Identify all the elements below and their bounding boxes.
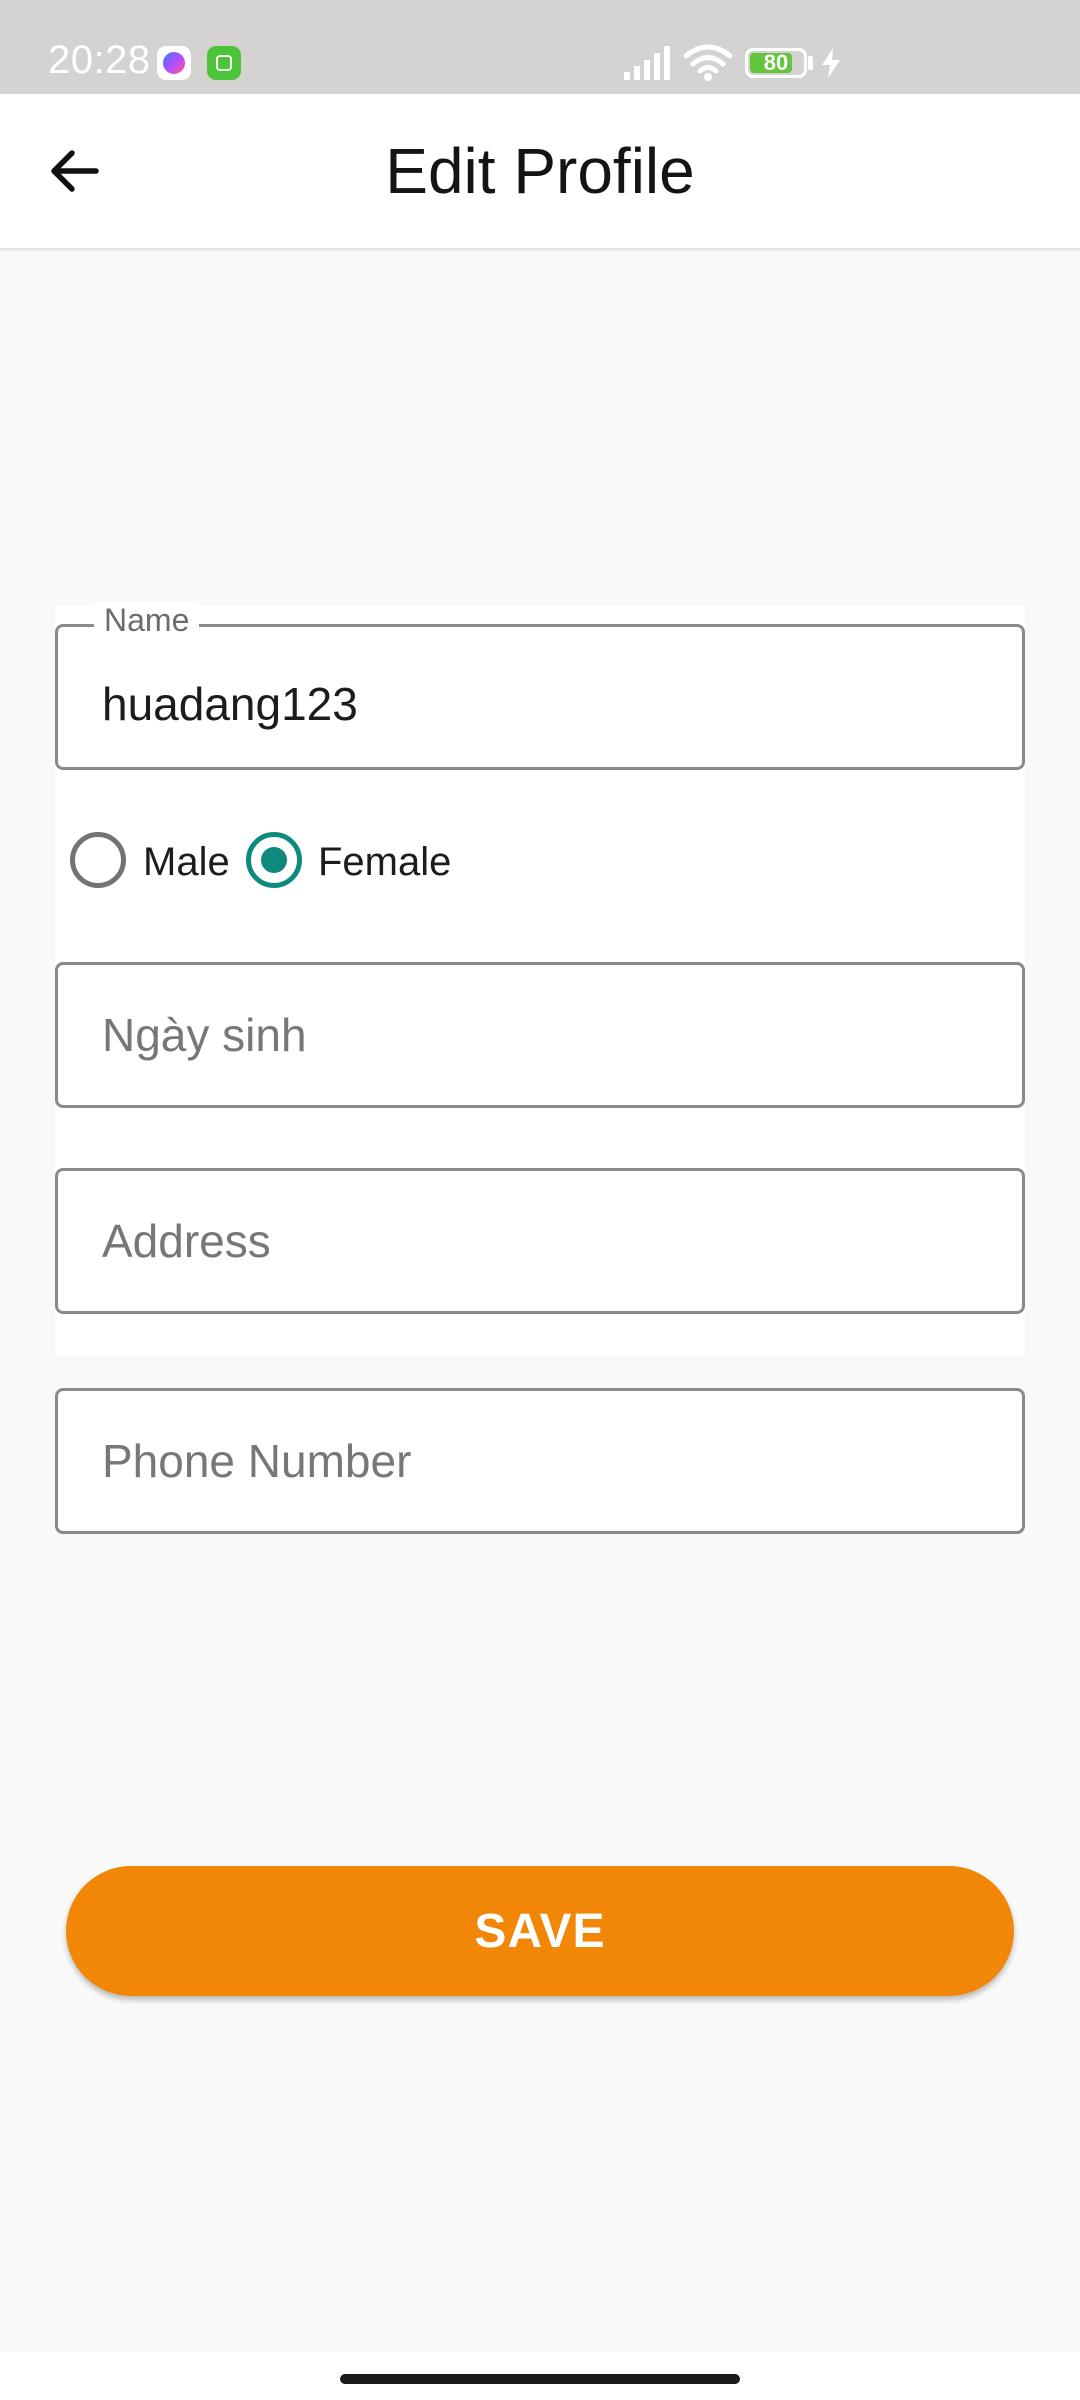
wifi-icon	[684, 44, 732, 81]
name-field-label: Name	[94, 602, 200, 639]
page-title: Edit Profile	[385, 135, 695, 207]
charging-bolt-icon	[822, 48, 840, 78]
battery-level: 80	[763, 50, 789, 75]
gender-radio-group: Male Female	[70, 832, 570, 888]
home-indicator[interactable]	[340, 2374, 740, 2384]
male-radio-label[interactable]: Male	[143, 840, 230, 885]
birthday-field[interactable]	[55, 962, 1025, 1108]
messenger-icon	[157, 46, 191, 80]
female-radio[interactable]	[246, 832, 302, 888]
address-field[interactable]	[55, 1168, 1025, 1314]
app-bar: Edit Profile	[0, 94, 1080, 248]
name-field-value: huadang123	[102, 678, 358, 730]
signal-icon	[624, 46, 670, 80]
male-radio[interactable]	[70, 832, 126, 888]
save-button[interactable]: SAVE	[66, 1866, 1014, 1996]
address-input[interactable]	[102, 1171, 992, 1311]
phone-input[interactable]	[102, 1391, 992, 1531]
battery-cap	[808, 56, 813, 70]
arrow-left-icon	[51, 150, 99, 192]
battery-icon: 80	[745, 48, 807, 78]
status-bar: 20:28 80	[0, 0, 1080, 94]
game-app-icon	[207, 46, 241, 80]
back-button[interactable]	[38, 134, 112, 208]
phone-field[interactable]	[55, 1388, 1025, 1534]
birthday-input[interactable]	[102, 965, 992, 1105]
name-field[interactable]: Name huadang123	[55, 602, 1025, 770]
female-radio-label[interactable]: Female	[318, 840, 451, 885]
status-time: 20:28	[48, 38, 151, 82]
